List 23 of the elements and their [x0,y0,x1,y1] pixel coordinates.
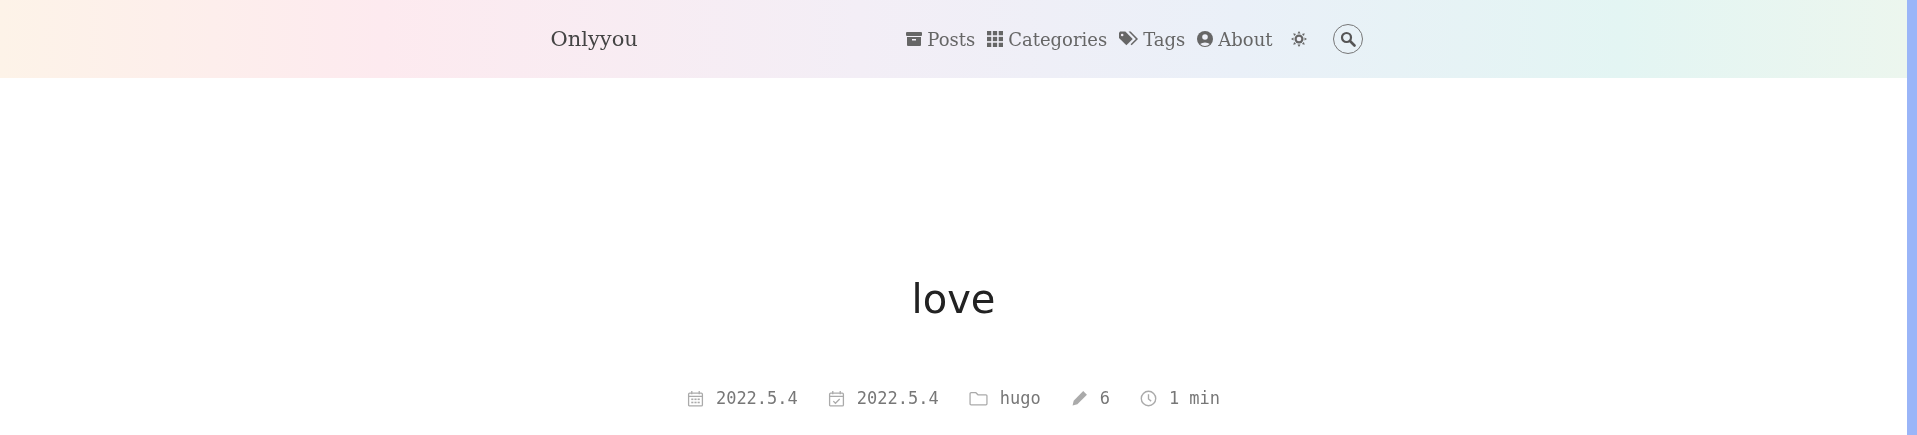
site-logo-link[interactable]: Onlyyou [550,27,638,51]
sun-icon [1290,31,1307,47]
calendar-check-icon [827,389,845,407]
scrollbar[interactable] [1907,0,1917,435]
post-meta-text: 1 min [1168,388,1221,408]
tags-icon [1119,31,1139,47]
user-circle-icon [1197,31,1214,47]
nav-link[interactable]: About [1197,28,1273,50]
post-meta-text: 2022.5.4 [715,388,798,408]
folder-icon [968,389,988,407]
search-icon [1339,31,1356,47]
nav-link[interactable]: Categories [987,28,1108,50]
nav-link[interactable]: Posts [906,28,976,50]
clock-icon [1139,389,1157,407]
post-meta-text: 6 [1099,388,1110,408]
post-meta-text: 2022.5.4 [856,388,939,408]
nav-link[interactable]: Tags [1119,28,1186,50]
calendar-icon [686,389,704,407]
pencil-icon [1070,389,1088,407]
post-title: love [910,275,997,319]
archive-box-icon [906,31,923,47]
post-meta-text: hugo [999,388,1041,408]
grid-icon [987,31,1004,47]
